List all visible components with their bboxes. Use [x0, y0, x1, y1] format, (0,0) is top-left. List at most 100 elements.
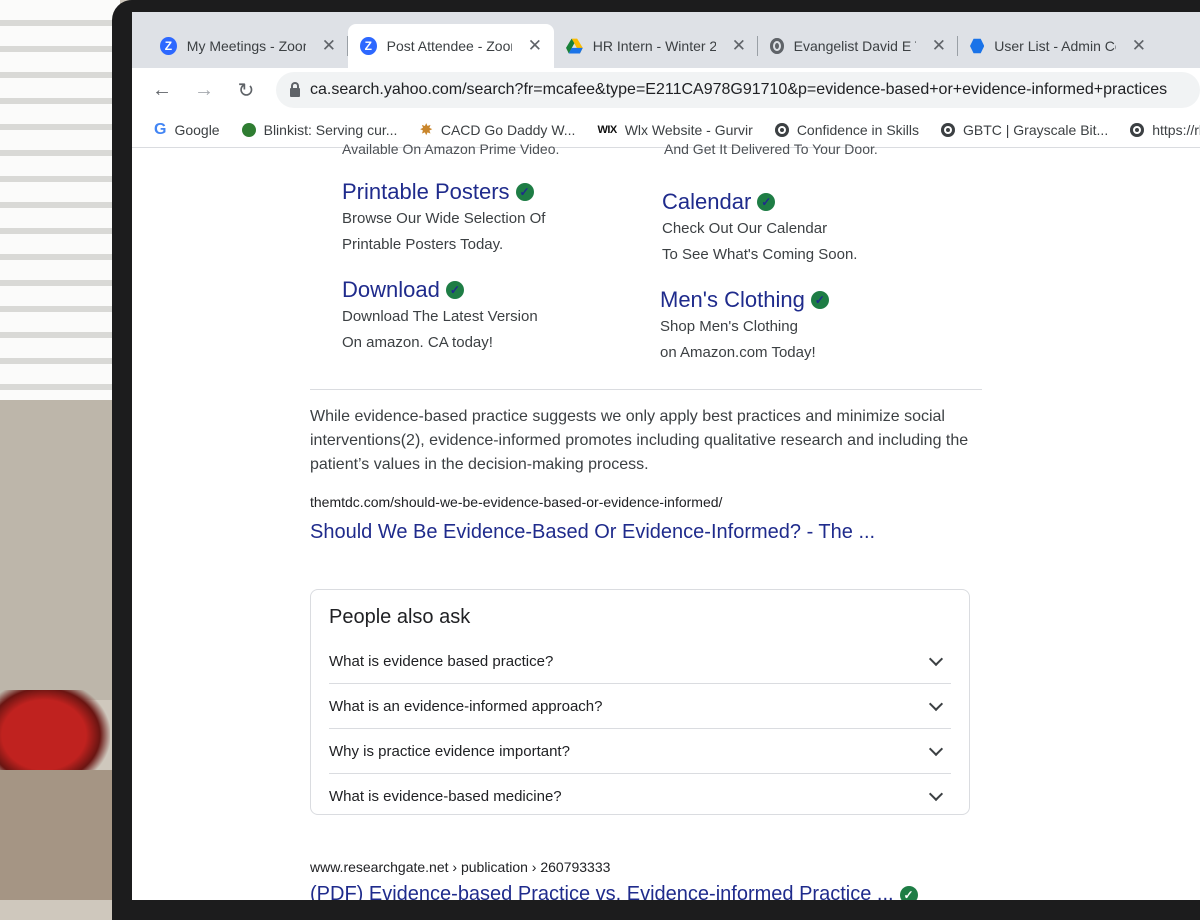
tab-title: HR Intern - Winter 20 [592, 38, 716, 54]
tab-my-meetings[interactable]: Z My Meetings - Zoom ✕ [148, 24, 348, 68]
paa-question-text[interactable]: What is evidence-based medicine? [329, 788, 562, 805]
sitelink-title-text[interactable]: Calendar [662, 189, 751, 215]
bookmark-label: https://rbc [1152, 121, 1200, 138]
wix-icon: WIX [597, 123, 617, 136]
paa-question[interactable]: Why is practice evidence important? [329, 729, 951, 774]
people-also-ask-box: People also ask What is evidence based p… [310, 589, 970, 815]
close-icon[interactable]: ✕ [732, 36, 746, 56]
verified-check-icon: ✓ [515, 183, 534, 201]
zoom-icon: Z [360, 37, 377, 55]
sitelink-title[interactable]: Download ✓ [342, 277, 642, 303]
tab-user-list[interactable]: User List - Admin Con ✕ [958, 24, 1158, 68]
sitelink-title[interactable]: Men's Clothing ✓ [660, 287, 960, 313]
bookmark-cacd[interactable]: ✸ CACD Go Daddy W... [419, 120, 575, 140]
bookmark-gbtc[interactable]: GBTC | Grayscale Bit... [940, 121, 1109, 138]
url-text[interactable]: ca.search.yahoo.com/search?fr=mcafee&typ… [310, 81, 1167, 99]
window-blinds [0, 0, 120, 400]
sitelink-title-text[interactable]: Men's Clothing [660, 287, 805, 313]
bookmark-label: Confidence in Skills [796, 121, 919, 138]
bookmark-blinkist[interactable]: Blinkist: Serving cur... [241, 121, 398, 138]
paa-question-text[interactable]: Why is practice evidence important? [329, 743, 570, 760]
sitelink-desc-line-1: Shop Men's Clothing [660, 318, 798, 335]
chevron-down-icon[interactable] [928, 696, 944, 712]
shelf [0, 770, 120, 900]
verified-check-icon: ✓ [757, 193, 776, 211]
paa-question[interactable]: What is an evidence-informed approach? [329, 684, 951, 729]
close-icon[interactable]: ✕ [1132, 36, 1146, 56]
sitelink-desc-line-1: Download The Latest Version [342, 308, 538, 325]
next-result-url[interactable]: www.researchgate.net › publication › 260… [310, 859, 610, 875]
hexagon-icon [970, 38, 985, 54]
close-icon[interactable]: ✕ [932, 36, 946, 56]
sitelink-desc-line-2: On amazon. CA today! [342, 334, 493, 351]
verified-check-icon: ✓ [445, 281, 464, 299]
paa-question-text[interactable]: What is evidence based practice? [329, 653, 553, 670]
next-result-title-text[interactable]: (PDF) Evidence-based Practice vs. Eviden… [310, 883, 894, 900]
verified-check-icon: ✓ [810, 291, 829, 309]
sitelink-title-text[interactable]: Printable Posters [342, 179, 510, 205]
browser-toolbar: ← → ↻ ca.search.yahoo.com/search?fr=mcaf… [132, 68, 1200, 112]
tab-title: User List - Admin Con [994, 38, 1115, 54]
verified-check-icon: ✓ [899, 885, 918, 900]
sitelink-calendar[interactable]: Calendar ✓ Check Out Our Calendar To See… [662, 189, 962, 267]
chevron-down-icon[interactable] [928, 786, 944, 802]
google-icon: G [154, 120, 167, 138]
tab-title: My Meetings - Zoom [186, 38, 306, 54]
tab-hr-intern[interactable]: HR Intern - Winter 20 ✕ [554, 24, 758, 68]
section-divider [310, 389, 982, 390]
paa-question[interactable]: What is evidence-based medicine? [329, 774, 951, 818]
people-also-ask-heading: People also ask [329, 606, 471, 628]
result-url[interactable]: themtdc.com/should-we-be-evidence-based-… [310, 494, 722, 510]
sitelink-title-text[interactable]: Download [342, 277, 440, 303]
globe-icon [774, 122, 789, 137]
sitelink-desc-line-2: Printable Posters Today. [342, 236, 504, 253]
sun-icon: ✸ [419, 121, 433, 139]
tab-post-attendee[interactable]: Z Post Attendee - Zoom ✕ [348, 24, 554, 68]
forward-arrow-icon[interactable]: → [192, 79, 216, 102]
wall [0, 400, 120, 700]
sitelink-desc-line-2: To See What's Coming Soon. [662, 246, 858, 263]
tab-evangelist[interactable]: Evangelist David E Tay ✕ [758, 24, 958, 68]
close-icon[interactable]: ✕ [322, 36, 336, 56]
result-snippet: While evidence-based practice suggests w… [310, 408, 969, 473]
tab-title: Evangelist David E Tay [793, 38, 916, 54]
next-result-title-link[interactable]: (PDF) Evidence-based Practice vs. Eviden… [310, 883, 918, 900]
cut-off-text-right: And Get It Delivered To Your Door. [664, 141, 878, 157]
globe-icon [1130, 122, 1145, 137]
google-drive-icon [566, 38, 583, 54]
reload-icon[interactable]: ↻ [234, 78, 258, 103]
zoom-icon: Z [160, 37, 177, 55]
bookmark-label: CACD Go Daddy W... [440, 121, 576, 138]
bookmark-google[interactable]: G Google [154, 121, 220, 139]
globe-icon [770, 38, 784, 54]
cut-off-text-left: Available On Amazon Prime Video. [342, 141, 560, 157]
sitelink-desc-line-1: Check Out Our Calendar [662, 220, 828, 237]
close-icon[interactable]: ✕ [528, 36, 542, 56]
bookmark-confidence[interactable]: Confidence in Skills [774, 121, 919, 138]
sitelink-title[interactable]: Printable Posters ✓ [342, 179, 642, 205]
sitelink-title[interactable]: Calendar ✓ [662, 189, 962, 215]
globe-icon [940, 122, 955, 137]
bookmark-wix[interactable]: WIX Wlx Website - Gurvir [597, 122, 752, 138]
sitelink-desc-line-2: on Amazon.com Today! [660, 344, 816, 361]
bookmark-label: GBTC | Grayscale Bit... [962, 121, 1109, 138]
bookmark-label: Google [174, 121, 220, 138]
sitelink-desc-line-1: Browse Our Wide Selection Of [342, 210, 546, 227]
lock-icon[interactable] [290, 81, 300, 97]
paa-question[interactable]: What is evidence based practice? [329, 639, 951, 684]
bookmark-rbc[interactable]: https://rbc [1130, 122, 1200, 138]
tab-title: Post Attendee - Zoom [386, 38, 512, 54]
blinkist-icon [241, 122, 256, 137]
bookmark-label: Wlx Website - Gurvir [624, 121, 753, 138]
back-arrow-icon[interactable]: ← [150, 79, 174, 102]
chevron-down-icon[interactable] [928, 741, 944, 757]
result-title-link[interactable]: Should We Be Evidence-Based Or Evidence-… [310, 521, 875, 544]
sitelink-download[interactable]: Download ✓ Download The Latest Version O… [342, 277, 642, 355]
chevron-down-icon[interactable] [928, 651, 944, 667]
sitelink-mens-clothing[interactable]: Men's Clothing ✓ Shop Men's Clothing on … [660, 287, 960, 365]
address-bar[interactable]: ca.search.yahoo.com/search?fr=mcafee&typ… [276, 72, 1200, 108]
search-results-page: Available On Amazon Prime Video. And Get… [132, 141, 1200, 900]
bookmark-label: Blinkist: Serving cur... [263, 121, 398, 138]
paa-question-text[interactable]: What is an evidence-informed approach? [329, 698, 603, 715]
sitelink-printable-posters[interactable]: Printable Posters ✓ Browse Our Wide Sele… [342, 179, 642, 257]
